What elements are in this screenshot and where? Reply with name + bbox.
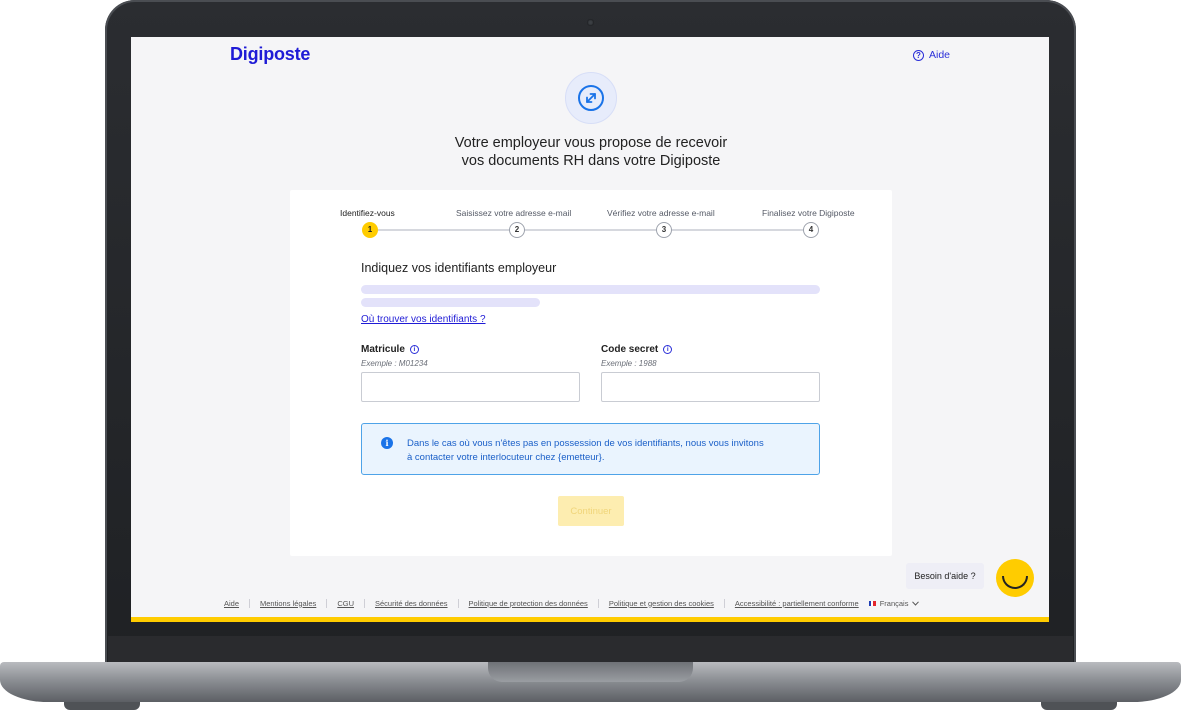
french-flag-icon xyxy=(868,600,876,606)
step-dot-4: 4 xyxy=(803,222,819,238)
code-secret-label-text: Code secret xyxy=(601,344,659,355)
notice-text-line-2: à contacter votre interlocuteur chez {em… xyxy=(407,452,605,463)
help-link[interactable]: ? Aide xyxy=(913,49,950,61)
question-icon: ? xyxy=(913,49,924,61)
step-dot-3: 3 xyxy=(656,222,672,238)
step-label-3: Vérifiez votre adresse e-mail xyxy=(607,208,715,218)
matricule-hint: Exemple : M01234 xyxy=(361,359,428,368)
laptop-foot-right xyxy=(1041,702,1117,710)
skeleton-line-2 xyxy=(361,298,540,307)
info-notice: i Dans le cas où vous n'êtes pas en poss… xyxy=(361,423,820,475)
chevron-down-icon xyxy=(912,600,920,606)
help-assistant-avatar[interactable] xyxy=(996,559,1034,597)
matricule-label-text: Matricule xyxy=(361,344,405,355)
info-filled-icon: i xyxy=(381,437,393,449)
footer-separator xyxy=(363,598,365,608)
footer-link-cgu[interactable]: CGU xyxy=(337,599,354,608)
info-icon[interactable]: i xyxy=(663,345,673,354)
step-dot-2: 2 xyxy=(509,222,525,238)
matricule-input[interactable] xyxy=(361,372,580,402)
footer-link-aide[interactable]: Aide xyxy=(224,599,239,608)
footer-link-accessibilite[interactable]: Accessibilité : partiellement conforme xyxy=(735,599,859,608)
notice-text: Dans le cas où vous n'êtes pas en posses… xyxy=(407,437,812,465)
footer-link-protection-donnees[interactable]: Politique de protection des données xyxy=(469,599,588,608)
page-title-line-2: vos documents RH dans votre Digiposte xyxy=(461,153,721,169)
footer-link-cookies[interactable]: Politique et gestion des cookies xyxy=(609,599,714,608)
notice-text-line-1: Dans le cas où vous n'êtes pas en posses… xyxy=(407,438,764,449)
help-link-label: Aide xyxy=(929,49,951,61)
footer-link-securite[interactable]: Sécurité des données xyxy=(375,599,448,608)
form-title: Indiquez vos identifiants employeur xyxy=(361,261,557,275)
footer-separator xyxy=(457,598,459,608)
footer-separator xyxy=(597,598,599,608)
digiposte-logo[interactable]: Digiposte xyxy=(230,44,310,65)
page-title-line-1: Votre employeur vous propose de recevoir xyxy=(454,135,728,151)
screen: Digiposte ? Aide Votre employeur vous pr… xyxy=(131,37,1049,622)
camera-icon xyxy=(587,19,594,26)
matricule-label: Matricule i xyxy=(361,344,419,355)
footer: Aide Mentions légales CGU Sécurité des d… xyxy=(224,598,920,608)
footer-link-mentions-legales[interactable]: Mentions légales xyxy=(260,599,316,608)
smile-icon xyxy=(1002,576,1028,589)
code-secret-input[interactable] xyxy=(601,372,820,402)
step-label-4: Finalisez votre Digiposte xyxy=(762,208,855,218)
footer-separator xyxy=(249,598,251,608)
footer-separator xyxy=(723,598,725,608)
identification-card: Identifiez-vous Saisissez votre adresse … xyxy=(290,190,892,556)
transfer-badge xyxy=(565,72,617,124)
laptop-foot-left xyxy=(64,702,140,710)
language-label: Français xyxy=(879,598,909,608)
laptop-notch xyxy=(488,662,693,682)
laptop-bezel-bottom xyxy=(108,636,1073,662)
code-secret-hint: Exemple : 1988 xyxy=(601,359,657,368)
transfer-arrows-icon xyxy=(578,85,604,111)
code-secret-label: Code secret i xyxy=(601,344,673,355)
page-title: Votre employeur vous propose de recevoir… xyxy=(311,134,871,170)
stepper-track xyxy=(370,229,811,231)
step-label-1: Identifiez-vous xyxy=(340,208,395,218)
stepper-labels: Identifiez-vous Saisissez votre adresse … xyxy=(290,208,892,222)
footer-separator xyxy=(326,598,328,608)
help-bubble[interactable]: Besoin d'aide ? xyxy=(906,563,984,589)
step-dot-1: 1 xyxy=(362,222,378,238)
skeleton-line-1 xyxy=(361,285,820,294)
language-selector[interactable]: Français xyxy=(868,598,920,608)
continue-button[interactable]: Continuer xyxy=(558,496,624,526)
info-icon[interactable]: i xyxy=(409,345,419,354)
step-label-2: Saisissez votre adresse e-mail xyxy=(456,208,572,218)
where-credentials-link[interactable]: Où trouver vos identifiants ? xyxy=(361,314,486,325)
screen-accent-bar xyxy=(131,617,1049,622)
